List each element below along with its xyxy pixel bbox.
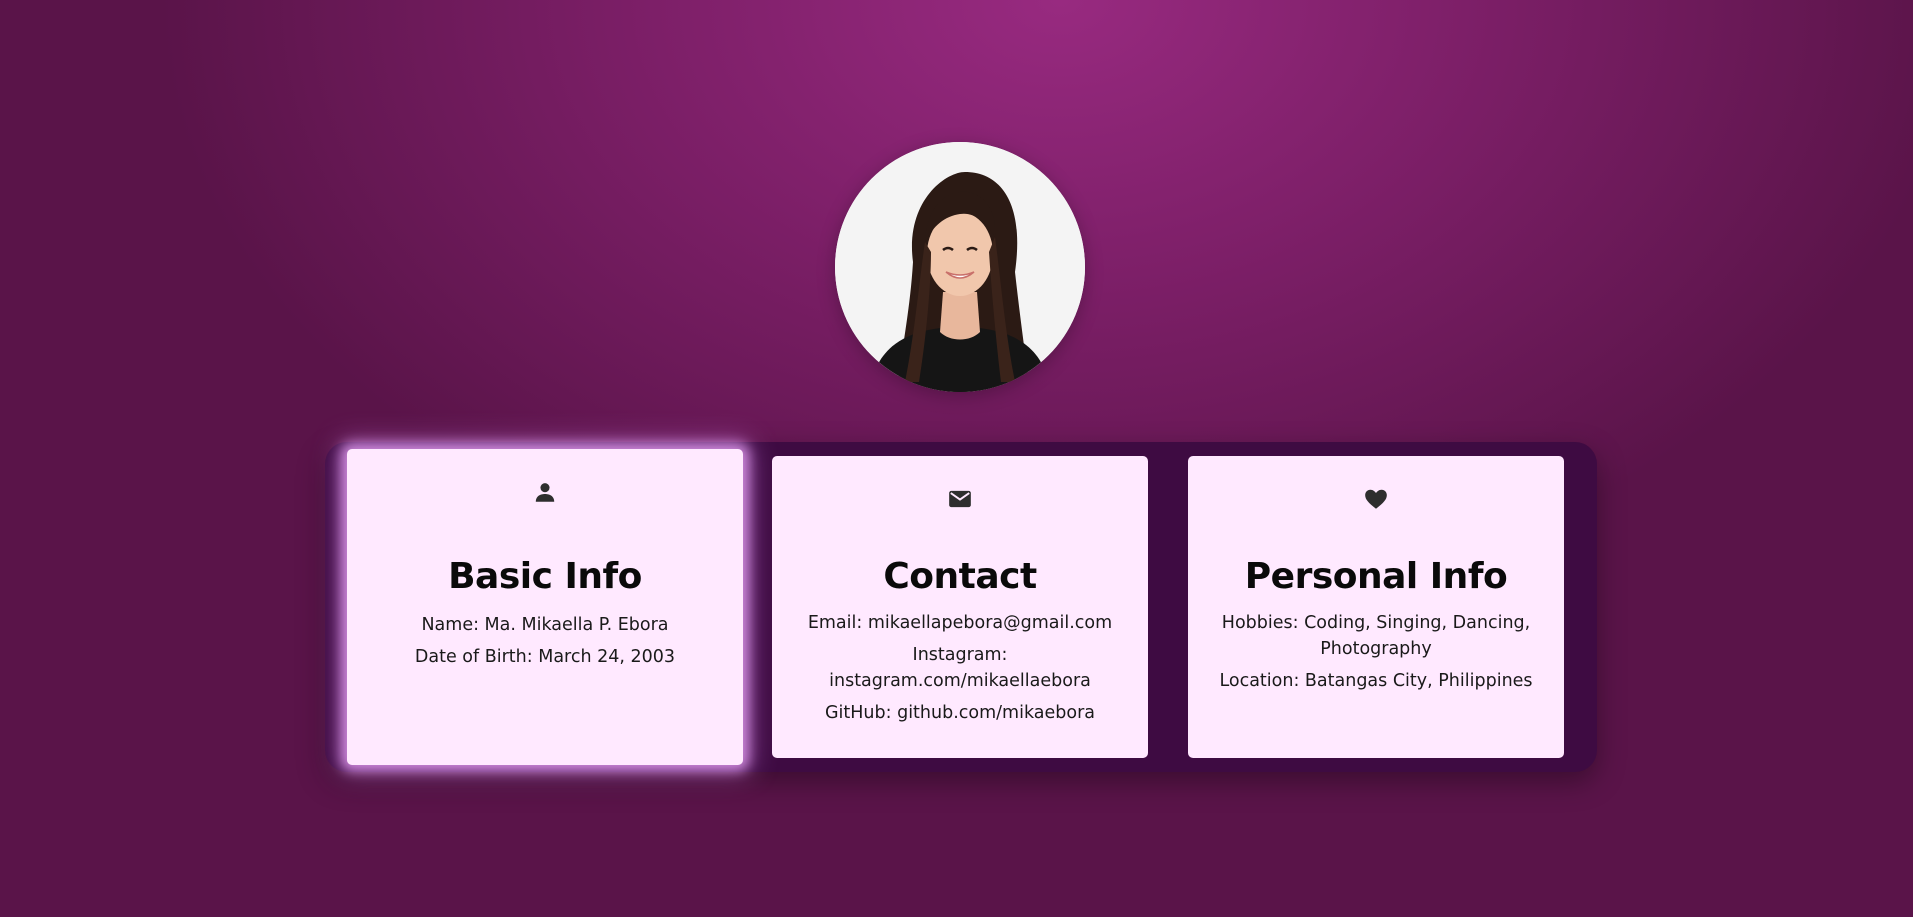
heart-icon — [1363, 486, 1389, 512]
name-line: Name: Ma. Mikaella P. Ebora — [421, 615, 669, 635]
hobbies-line: Hobbies: Coding, Singing, Dancing, Photo… — [1221, 613, 1531, 659]
card-details: Hobbies: Coding, Singing, Dancing, Photo… — [1206, 610, 1546, 700]
card-title: Contact — [883, 556, 1037, 597]
card-details: Name: Ma. Mikaella P. Ebora Date of Birt… — [365, 612, 725, 676]
location-line: Location: Batangas City, Philippines — [1219, 671, 1533, 691]
profile-avatar — [835, 142, 1085, 392]
instagram-line: Instagram: instagram.com/mikaellaebora — [829, 645, 1091, 691]
person-icon — [532, 479, 558, 505]
dob-line: Date of Birth: March 24, 2003 — [414, 647, 676, 667]
basic-info-card[interactable]: Basic Info Name: Ma. Mikaella P. Ebora D… — [347, 449, 743, 765]
profile-photo — [835, 142, 1085, 392]
github-line: GitHub: github.com/mikaebora — [824, 703, 1096, 723]
contact-card[interactable]: Contact Email: mikaellapebora@gmail.com … — [772, 456, 1148, 758]
personal-info-card[interactable]: Personal Info Hobbies: Coding, Singing, … — [1188, 456, 1564, 758]
info-panel: Basic Info Name: Ma. Mikaella P. Ebora D… — [325, 442, 1597, 772]
card-title: Personal Info — [1244, 556, 1508, 597]
card-details: Email: mikaellapebora@gmail.com Instagra… — [790, 610, 1130, 732]
envelope-icon — [947, 486, 973, 512]
email-line: Email: mikaellapebora@gmail.com — [807, 613, 1113, 633]
card-title: Basic Info — [448, 556, 642, 597]
